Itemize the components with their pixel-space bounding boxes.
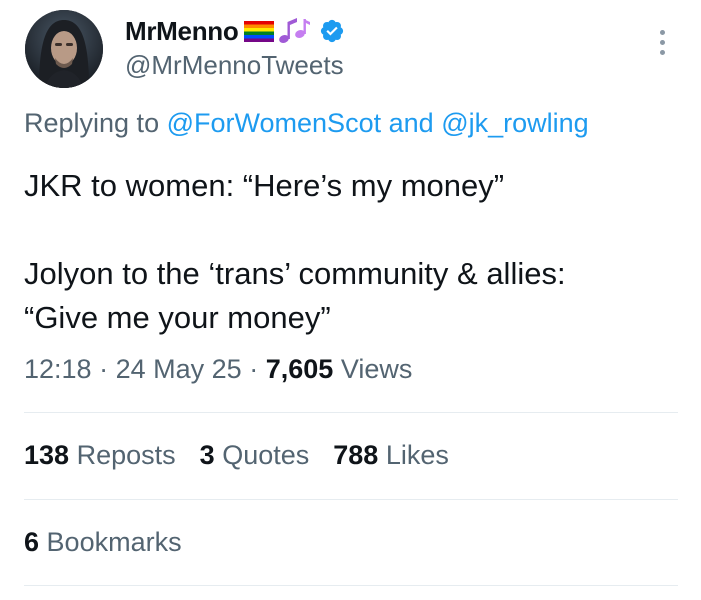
bookmarks-count: 6	[24, 527, 40, 557]
meta-separator: ·	[249, 354, 259, 384]
divider	[24, 585, 678, 586]
reposts-count: 138	[24, 440, 70, 470]
views-count: 7,605	[265, 354, 334, 384]
tweet-date[interactable]: 24 May 25	[116, 354, 242, 384]
likes-label: Likes	[385, 440, 449, 470]
name-emoji-group	[244, 16, 311, 46]
replying-to-line: Replying to @ForWomenScot and @jk_rowlin…	[24, 108, 589, 139]
quotes-link[interactable]: 3 Quotes	[200, 440, 310, 471]
bookmarks-link[interactable]: 6 Bookmarks	[24, 527, 182, 558]
avatar-image	[25, 10, 103, 88]
likes-link[interactable]: 788 Likes	[333, 440, 449, 471]
quotes-count: 3	[199, 440, 215, 470]
reposts-label: Reposts	[76, 440, 176, 470]
views-label: Views	[340, 354, 413, 384]
more-options-icon[interactable]	[650, 22, 674, 62]
tweet-paragraph-2-line-2: “Give me your money”	[24, 300, 331, 335]
musical-notes-emoji	[279, 18, 311, 43]
meta-separator: ·	[99, 354, 109, 384]
rainbow-flag-emoji	[244, 21, 275, 42]
verified-badge-icon[interactable]	[319, 18, 345, 44]
tweet-time[interactable]: 12:18	[24, 354, 92, 384]
reposts-link[interactable]: 138 Reposts	[24, 440, 176, 471]
tweet-paragraph-1: JKR to women: “Here’s my money”	[24, 168, 505, 203]
engagement-stats: 138 Reposts 3 Quotes 788 Likes	[24, 440, 449, 471]
likes-count: 788	[333, 440, 379, 470]
tweet-paragraph-2-line-1: Jolyon to the ‘trans’ community & allies…	[24, 256, 566, 291]
divider	[24, 499, 678, 500]
author-handle[interactable]: @MrMennoTweets	[125, 50, 344, 81]
tweet-text: JKR to women: “Here’s my money” Jolyon t…	[24, 164, 684, 340]
tweet-meta: 12:18 · 24 May 25 · 7,605 Views	[24, 354, 412, 385]
divider	[24, 412, 678, 413]
reply-joiner: and	[388, 108, 434, 138]
avatar[interactable]	[25, 10, 103, 88]
author-display-name[interactable]: MrMenno	[125, 16, 239, 47]
dot	[659, 39, 665, 45]
dot	[659, 49, 665, 55]
replying-to-prefix: Replying to	[24, 108, 160, 138]
quotes-label: Quotes	[222, 440, 310, 470]
mention-link-forwomenscot[interactable]: @ForWomenScot	[167, 108, 381, 138]
author-name-row[interactable]: MrMenno	[125, 14, 345, 48]
mention-link-jk-rowling[interactable]: @jk_rowling	[441, 108, 588, 138]
bookmarks-label: Bookmarks	[46, 527, 182, 557]
dot	[659, 29, 665, 35]
